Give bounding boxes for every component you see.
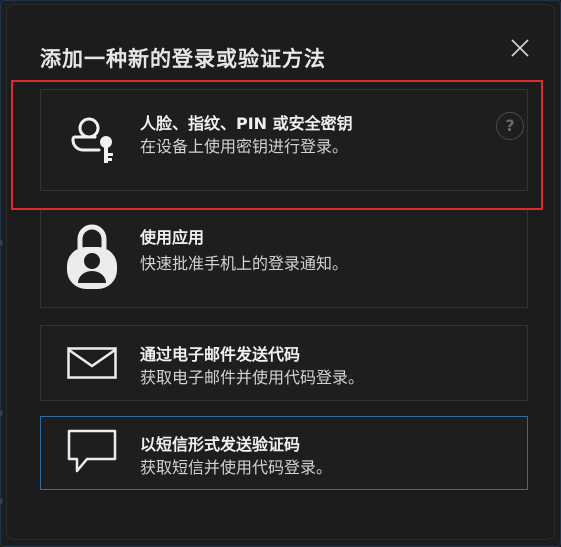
- option-passkey[interactable]: 人脸、指纹、PIN 或安全密钥 在设备上使用密钥进行登录。: [40, 89, 528, 191]
- option-authenticator-app[interactable]: 使用应用 快速批准手机上的登录通知。: [40, 208, 528, 308]
- add-sign-in-method-dialog: 添加一种新的登录或验证方法 人脸、指纹、PIN 或安全密钥 在设备上使用密钥进行…: [6, 4, 555, 540]
- authenticator-app-lock-icon: [67, 224, 117, 289]
- envelope-icon: [67, 347, 117, 379]
- option-sms-code[interactable]: 以短信形式发送验证码 获取短信并使用代码登录。: [40, 416, 528, 490]
- option-title: 通过电子邮件发送代码: [140, 345, 301, 364]
- option-description: 获取电子邮件并使用代码登录。: [140, 368, 365, 387]
- passkey-user-key-icon: [71, 117, 113, 163]
- option-title: 以短信形式发送验证码: [140, 435, 301, 454]
- close-icon: [511, 39, 529, 57]
- option-title: 使用应用: [140, 228, 205, 247]
- option-description: 在设备上使用密钥进行登录。: [140, 137, 349, 156]
- option-description: 快速批准手机上的登录通知。: [140, 254, 349, 273]
- help-icon[interactable]: ?: [496, 112, 524, 140]
- dialog-title: 添加一种新的登录或验证方法: [40, 47, 326, 71]
- close-button[interactable]: [507, 35, 533, 61]
- option-description: 获取短信并使用代码登录。: [140, 458, 333, 477]
- option-email-code[interactable]: 通过电子邮件发送代码 获取电子邮件并使用代码登录。: [40, 325, 528, 401]
- option-title: 人脸、指纹、PIN 或安全密钥: [140, 114, 353, 133]
- chat-bubble-icon: [67, 429, 117, 473]
